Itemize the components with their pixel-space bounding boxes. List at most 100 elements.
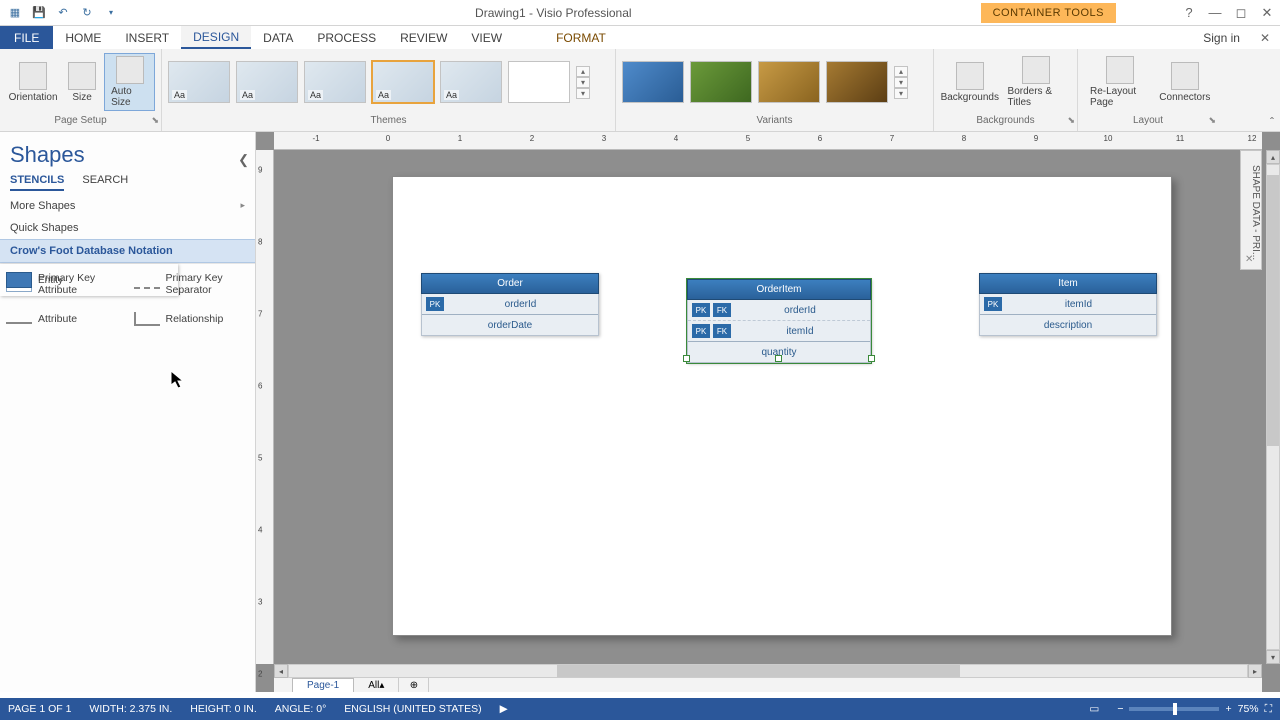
resize-handle[interactable] (868, 355, 875, 362)
auto-size-button[interactable]: Auto Size (104, 53, 155, 111)
zoom-out-icon[interactable]: − (1117, 703, 1123, 715)
tab-stencils[interactable]: STENCILS (10, 174, 64, 191)
group-layout-label: Layout (1133, 115, 1163, 126)
sign-in-link[interactable]: Sign in (1193, 26, 1250, 49)
shape-data-pane[interactable]: SHAPE DATA - PRI...✕ (1240, 150, 1262, 270)
theme-item[interactable]: Aa (440, 61, 502, 103)
themes-gallery: Aa Aa Aa Aa Aa ▴ ▾ ▾ (168, 61, 590, 103)
undo-icon[interactable]: ↶ (52, 2, 74, 24)
scroll-down-icon[interactable]: ▾ (1266, 650, 1280, 664)
gallery-down-icon[interactable]: ▾ (576, 77, 590, 88)
variants-gallery-nav: ▴ ▾ ▾ (894, 66, 908, 99)
scroll-thumb[interactable] (1267, 175, 1279, 446)
gallery-up-icon[interactable]: ▴ (894, 66, 908, 77)
fk-badge: FK (713, 303, 731, 317)
canvas-area: -10123456789101112 98765432 Order PKorde… (256, 132, 1280, 692)
entity-item[interactable]: Item PKitemId description (979, 273, 1157, 336)
window-title: Drawing1 - Visio Professional (126, 6, 981, 20)
variant-item[interactable] (622, 61, 684, 103)
status-bar: PAGE 1 OF 1 WIDTH: 2.375 IN. HEIGHT: 0 I… (0, 698, 1280, 720)
close-icon[interactable]: ✕ (1245, 254, 1253, 265)
ruler-horizontal: -10123456789101112 (274, 132, 1262, 150)
minimize-icon[interactable]: ― (1202, 0, 1228, 26)
scroll-up-icon[interactable]: ▴ (1266, 150, 1280, 164)
status-page: PAGE 1 OF 1 (8, 703, 71, 715)
relayout-button[interactable]: Re-Layout Page (1084, 54, 1156, 110)
shape-relationship[interactable]: Relationship (128, 304, 256, 334)
fit-page-icon[interactable]: ⛶ (1265, 703, 1272, 716)
help-icon[interactable]: ? (1176, 0, 1202, 26)
qat-more-icon[interactable]: ▾ (100, 2, 122, 24)
entity-orderitem[interactable]: OrderItem PKFKorderId PKFKitemId quantit… (687, 279, 871, 363)
close-icon[interactable]: ✕ (1254, 0, 1280, 26)
ribbon: Orientation Size Auto Size Page Setup⬊ A… (0, 49, 1280, 132)
theme-item[interactable] (508, 61, 570, 103)
theme-item[interactable]: Aa (168, 61, 230, 103)
status-language[interactable]: ENGLISH (UNITED STATES) (344, 703, 481, 715)
viewport[interactable]: Order PKorderId orderDate OrderItem PKFK… (274, 150, 1262, 664)
themes-gallery-nav: ▴ ▾ ▾ (576, 66, 590, 99)
page[interactable]: Order PKorderId orderDate OrderItem PKFK… (392, 176, 1172, 636)
theme-item-selected[interactable]: Aa (372, 61, 434, 103)
entity-order[interactable]: Order PKorderId orderDate (421, 273, 599, 336)
group-variants-label: Variants (616, 115, 933, 131)
collapse-ribbon-icon[interactable]: ˆ (1270, 115, 1274, 129)
variant-item[interactable] (690, 61, 752, 103)
gallery-up-icon[interactable]: ▴ (576, 66, 590, 77)
tab-format[interactable]: FORMAT (544, 26, 618, 49)
shape-attribute[interactable]: Attribute (0, 304, 128, 334)
redo-icon[interactable]: ↻ (76, 2, 98, 24)
save-icon[interactable]: 💾 (28, 2, 50, 24)
quick-shapes[interactable]: Quick Shapes (0, 217, 255, 239)
orientation-button[interactable]: Orientation (6, 60, 60, 105)
size-button[interactable]: Size (62, 60, 102, 105)
zoom-level[interactable]: 75% (1238, 703, 1259, 715)
scroll-thumb[interactable] (557, 665, 959, 677)
tab-insert[interactable]: INSERT (113, 26, 181, 49)
shapes-panel: Shapes ❮ STENCILS SEARCH More Shapes Qui… (0, 132, 256, 692)
tab-search[interactable]: SEARCH (82, 174, 128, 191)
ribbon-close-icon[interactable]: ✕ (1250, 26, 1280, 49)
scroll-right-icon[interactable]: ▸ (1248, 664, 1262, 678)
launcher-icon[interactable]: ⬊ (1067, 115, 1075, 126)
gallery-more-icon[interactable]: ▾ (576, 88, 590, 99)
view-presentation-icon[interactable]: ▭ (1089, 703, 1099, 715)
backgrounds-button[interactable]: Backgrounds (940, 60, 1000, 105)
maximize-icon[interactable]: ◻ (1228, 0, 1254, 26)
zoom-slider[interactable] (1129, 707, 1219, 711)
variant-item[interactable] (826, 61, 888, 103)
theme-item[interactable]: Aa (236, 61, 298, 103)
launcher-icon[interactable]: ⬊ (1208, 115, 1216, 126)
borders-titles-button[interactable]: Borders & Titles (1002, 54, 1071, 110)
entity-header: OrderItem (687, 279, 871, 300)
launcher-icon[interactable]: ⬊ (151, 115, 159, 126)
shape-entity[interactable]: Entity (0, 264, 178, 296)
stencil-crows-foot[interactable]: Crow's Foot Database Notation (0, 239, 255, 263)
connectors-button[interactable]: Connectors (1158, 60, 1212, 105)
tab-process[interactable]: PROCESS (305, 26, 388, 49)
scrollbar-vertical[interactable]: ▴▾ (1266, 150, 1280, 664)
resize-handle[interactable] (775, 355, 782, 362)
tab-file[interactable]: FILE (0, 26, 53, 49)
macro-icon[interactable]: ▶ (500, 703, 508, 715)
page-tab-all[interactable]: All ▴ (354, 678, 399, 692)
tab-home[interactable]: HOME (53, 26, 113, 49)
tab-view[interactable]: VIEW (459, 26, 514, 49)
theme-item[interactable]: Aa (304, 61, 366, 103)
zoom-in-icon[interactable]: + (1225, 703, 1231, 715)
more-shapes[interactable]: More Shapes (0, 195, 255, 217)
visio-icon[interactable]: ▦ (4, 2, 26, 24)
page-tab[interactable]: Page-1 (292, 678, 354, 692)
fk-badge: FK (713, 324, 731, 338)
tab-data[interactable]: DATA (251, 26, 305, 49)
tab-review[interactable]: REVIEW (388, 26, 459, 49)
tab-design[interactable]: DESIGN (181, 26, 251, 49)
gallery-more-icon[interactable]: ▾ (894, 88, 908, 99)
variant-item[interactable] (758, 61, 820, 103)
collapse-panel-icon[interactable]: ❮ (238, 152, 249, 168)
gallery-down-icon[interactable]: ▾ (894, 77, 908, 88)
scrollbar-horizontal[interactable]: ◂▸ (274, 664, 1262, 678)
scroll-left-icon[interactable]: ◂ (274, 664, 288, 678)
resize-handle[interactable] (683, 355, 690, 362)
add-page-icon[interactable]: ⊕ (399, 678, 429, 692)
